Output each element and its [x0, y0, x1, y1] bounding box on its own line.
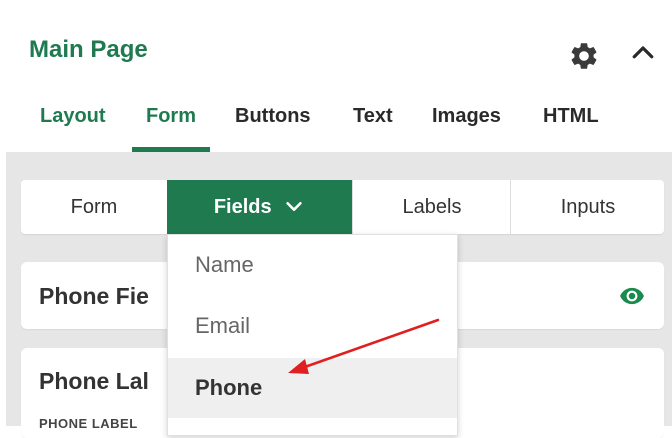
subtab-form[interactable]: Form	[21, 180, 167, 234]
chevron-down-icon	[286, 202, 302, 212]
tab-html[interactable]: HTML	[543, 98, 599, 152]
subtab-fields-label: Fields	[213, 196, 272, 218]
subtab-inputs[interactable]: Inputs	[510, 180, 664, 234]
fields-dropdown-menu: Name Email Phone	[167, 234, 458, 436]
dropdown-item-email[interactable]: Email	[168, 296, 457, 356]
gear-icon[interactable]	[568, 40, 600, 72]
dropdown-item-phone[interactable]: Phone	[168, 358, 457, 418]
tab-text[interactable]: Text	[353, 98, 393, 152]
subtab-fields[interactable]: Fields	[167, 180, 352, 234]
subtab-labels-label: Labels	[402, 196, 462, 218]
tab-form[interactable]: Form	[132, 98, 210, 152]
card-title: Phone Fie	[39, 283, 149, 309]
page-title: Main Page	[29, 36, 148, 63]
subtab-labels[interactable]: Labels	[352, 180, 511, 234]
dropdown-item-name[interactable]: Name	[168, 235, 457, 295]
phone-label-caption: PHONE LABEL	[39, 416, 138, 431]
card-title: Phone Lal	[39, 368, 149, 394]
tab-layout[interactable]: Layout	[40, 98, 106, 152]
tab-images[interactable]: Images	[432, 98, 501, 152]
subtab-form-label: Form	[70, 196, 118, 218]
subtab-inputs-label: Inputs	[560, 196, 616, 218]
eye-icon[interactable]	[617, 283, 647, 309]
tab-buttons[interactable]: Buttons	[235, 98, 311, 152]
main-tabs: Layout Form Buttons Text Images HTML	[0, 98, 672, 152]
sub-tabs: Form Fields Labels Inputs	[21, 180, 664, 234]
chevron-up-icon[interactable]	[628, 38, 658, 68]
panel-header: Main Page Layout Form Buttons Text Image…	[0, 0, 672, 152]
